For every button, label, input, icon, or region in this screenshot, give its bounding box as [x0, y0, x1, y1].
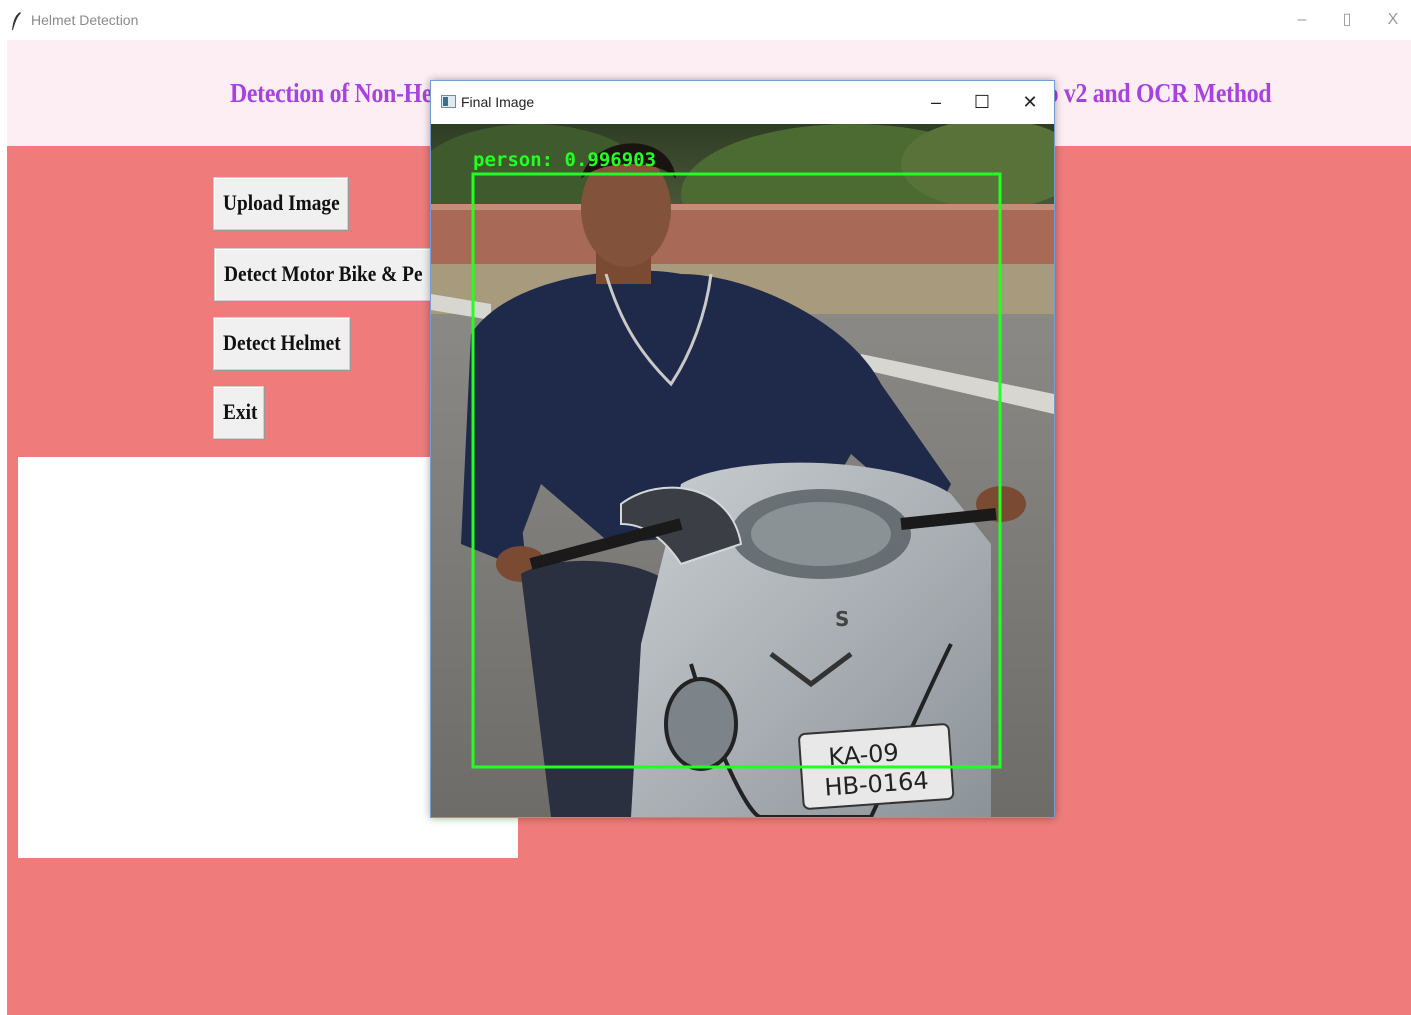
- final-image-window[interactable]: Final Image – ☐ ✕ S KA-09 HB-0164 person…: [430, 80, 1055, 818]
- close-button[interactable]: X: [1381, 8, 1405, 32]
- detection-label: person: 0.996903: [473, 149, 656, 171]
- maximize-button[interactable]: ▯: [1335, 8, 1359, 32]
- popup-close-button[interactable]: ✕: [1015, 89, 1045, 115]
- detect-helmet-button[interactable]: Detect Helmet: [213, 317, 350, 370]
- rider-photo: S KA-09 HB-0164 person: 0.996903: [431, 124, 1054, 817]
- svg-text:S: S: [835, 607, 849, 631]
- main-window-titlebar[interactable]: Helmet Detection – ▯ X: [0, 0, 1411, 40]
- minimize-button[interactable]: –: [1290, 8, 1314, 32]
- feather-icon: [12, 12, 21, 30]
- detect-motor-bike-button[interactable]: Detect Motor Bike & Pe: [214, 248, 444, 301]
- popup-titlebar[interactable]: Final Image – ☐ ✕: [431, 81, 1054, 124]
- window-title: Helmet Detection: [31, 12, 139, 28]
- popup-maximize-button[interactable]: ☐: [967, 89, 997, 115]
- exit-label: Exit: [223, 399, 258, 424]
- helmet-detection-app: Helmet Detection – ▯ X Detection of Non-…: [0, 0, 1411, 1015]
- popup-title: Final Image: [461, 94, 535, 110]
- upload-image-label: Upload Image: [223, 190, 340, 215]
- upload-image-button[interactable]: Upload Image: [213, 177, 348, 230]
- window-app-icon: [441, 95, 456, 108]
- exit-button[interactable]: Exit: [213, 386, 264, 439]
- detect-motor-bike-label: Detect Motor Bike & Pe: [224, 261, 423, 286]
- detect-helmet-label: Detect Helmet: [223, 330, 341, 355]
- detection-image: S KA-09 HB-0164 person: 0.996903: [431, 124, 1054, 817]
- popup-minimize-button[interactable]: –: [921, 89, 951, 115]
